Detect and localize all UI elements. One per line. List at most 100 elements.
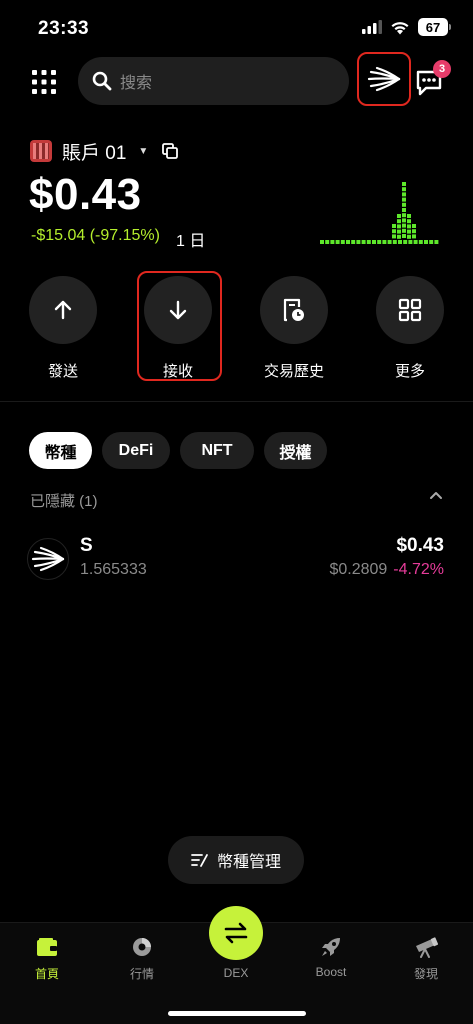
balance-sparkline xyxy=(320,182,439,244)
sparkline-dot xyxy=(397,214,401,218)
search-placeholder: 搜索 xyxy=(120,75,153,92)
sparkline-dot xyxy=(402,218,406,223)
sparkline-dot xyxy=(320,240,324,244)
rocket-icon xyxy=(322,938,340,956)
sparkline-dot xyxy=(402,202,406,207)
sonic-logo-icon xyxy=(31,546,65,572)
token-amount: 1.565333 xyxy=(80,561,147,578)
sparkline-dot xyxy=(402,228,406,233)
sparkline-dot xyxy=(335,240,340,244)
token-price-row: $0.2809 -4.72% xyxy=(329,561,444,579)
sparkline-dot xyxy=(402,213,406,218)
status-indicators: 67 xyxy=(362,18,451,36)
sparkline-dot xyxy=(397,234,401,239)
sparkline-dot xyxy=(412,224,416,228)
sparkline-dot xyxy=(418,240,423,244)
sparkline-dot xyxy=(340,240,345,244)
sparkline-dot xyxy=(372,240,376,244)
sparkline-dot xyxy=(351,240,356,244)
sparkline-dot xyxy=(402,187,406,192)
more-label: 更多 xyxy=(394,363,425,380)
sparkline-dot xyxy=(402,223,406,228)
nav-market-label: 行情 xyxy=(129,967,154,981)
token-price: $0.2809 xyxy=(329,561,388,578)
caret-down-icon: ▼ xyxy=(138,145,149,157)
sparkline-dot xyxy=(424,240,428,244)
sparkline-dot xyxy=(412,229,416,234)
battery-icon: 67 xyxy=(418,18,451,36)
message-badge: 3 xyxy=(433,60,451,78)
nav-boost-label: Boost xyxy=(315,965,347,979)
market-icon xyxy=(133,938,151,956)
more-button[interactable]: 更多 xyxy=(370,276,450,381)
sparkline-dot xyxy=(407,234,411,239)
sparkline-dot xyxy=(392,224,396,228)
sparkline-dot xyxy=(407,214,411,218)
nav-boost[interactable]: Boost xyxy=(291,935,371,979)
home-indicator xyxy=(168,1011,306,1016)
tab-approvals[interactable]: 授權 xyxy=(264,432,327,469)
status-time: 23:33 xyxy=(38,18,90,39)
manage-tokens-label: 幣種管理 xyxy=(216,854,281,871)
sparkline-dot xyxy=(377,240,382,244)
app-grid-icon[interactable] xyxy=(31,69,57,95)
battery-level: 67 xyxy=(418,18,448,36)
tab-defi[interactable]: DeFi xyxy=(102,432,170,469)
account-selector[interactable]: 賬戶 01 ▼ xyxy=(30,138,179,164)
sparkline-dot xyxy=(408,240,413,244)
history-button[interactable]: 交易歷史 xyxy=(254,276,334,381)
status-bar: 23:33 67 xyxy=(0,0,473,56)
pnl-period[interactable]: 1 日 xyxy=(176,227,205,251)
copy-icon[interactable] xyxy=(162,143,179,159)
token-value: $0.43 xyxy=(396,535,444,556)
sparkline-dot xyxy=(356,240,361,244)
sparkline-dot xyxy=(407,224,411,229)
nav-discover-label: 發現 xyxy=(413,967,438,981)
nav-home[interactable]: 首頁 xyxy=(7,935,87,982)
telescope-icon xyxy=(416,937,438,958)
wifi-icon xyxy=(391,21,409,34)
top-bar: 搜索 xyxy=(0,52,473,108)
sparkline-dot xyxy=(346,240,350,244)
swap-icon xyxy=(224,922,248,944)
manage-tokens-button[interactable]: 幣種管理 xyxy=(168,836,304,884)
asset-tabs: 幣種 DeFi NFT 授權 xyxy=(29,432,327,469)
hidden-tokens-label: 已隱藏 (1) xyxy=(30,493,98,510)
cellular-signal-icon xyxy=(362,20,382,34)
history-label: 交易歷史 xyxy=(263,363,324,380)
send-button[interactable]: 發送 xyxy=(23,276,103,381)
sparkline-dot xyxy=(402,234,406,238)
nav-discover[interactable]: 發現 xyxy=(386,935,466,982)
sparkline-dot xyxy=(402,208,406,212)
tab-nft[interactable]: NFT xyxy=(180,432,254,469)
pnl-row: -$15.04 (-97.15%) 1 日 xyxy=(31,227,205,251)
sparkline-dot xyxy=(429,240,434,244)
receive-highlight xyxy=(137,271,222,381)
sparkline-dot xyxy=(407,229,411,234)
dex-swap-button[interactable] xyxy=(209,906,263,960)
sparkline-dot xyxy=(325,240,330,244)
pnl-value: -$15.04 (-97.15%) xyxy=(31,227,160,244)
action-bar: 發送 接收 交易歷史 更多 xyxy=(0,276,473,386)
history-icon xyxy=(283,298,304,322)
sparkline-dot xyxy=(402,182,406,186)
sonic-network-button[interactable] xyxy=(357,52,411,106)
sparkline-dot xyxy=(382,240,387,244)
nav-dex-label: DEX xyxy=(223,966,249,980)
tab-tokens[interactable]: 幣種 xyxy=(29,432,92,469)
hidden-tokens-toggle[interactable]: 已隱藏 (1) xyxy=(30,490,443,511)
sonic-logo-icon xyxy=(367,66,401,92)
sparkline-dot xyxy=(402,192,406,197)
nav-market[interactable]: 行情 xyxy=(102,935,182,982)
grid-icon xyxy=(398,298,422,322)
nav-home-label: 首頁 xyxy=(34,967,59,981)
sparkline-dot xyxy=(413,240,418,244)
sparkline-dot xyxy=(366,240,371,244)
sparkline-dot xyxy=(398,240,402,244)
wallet-icon xyxy=(37,938,57,956)
total-balance: $0.43 xyxy=(29,170,142,219)
sparkline-dot xyxy=(392,234,396,239)
search-input[interactable]: 搜索 xyxy=(78,57,349,105)
token-row[interactable]: S 1.565333 $0.43 $0.2809 -4.72% xyxy=(27,535,444,583)
sparkline-dot xyxy=(361,240,366,244)
